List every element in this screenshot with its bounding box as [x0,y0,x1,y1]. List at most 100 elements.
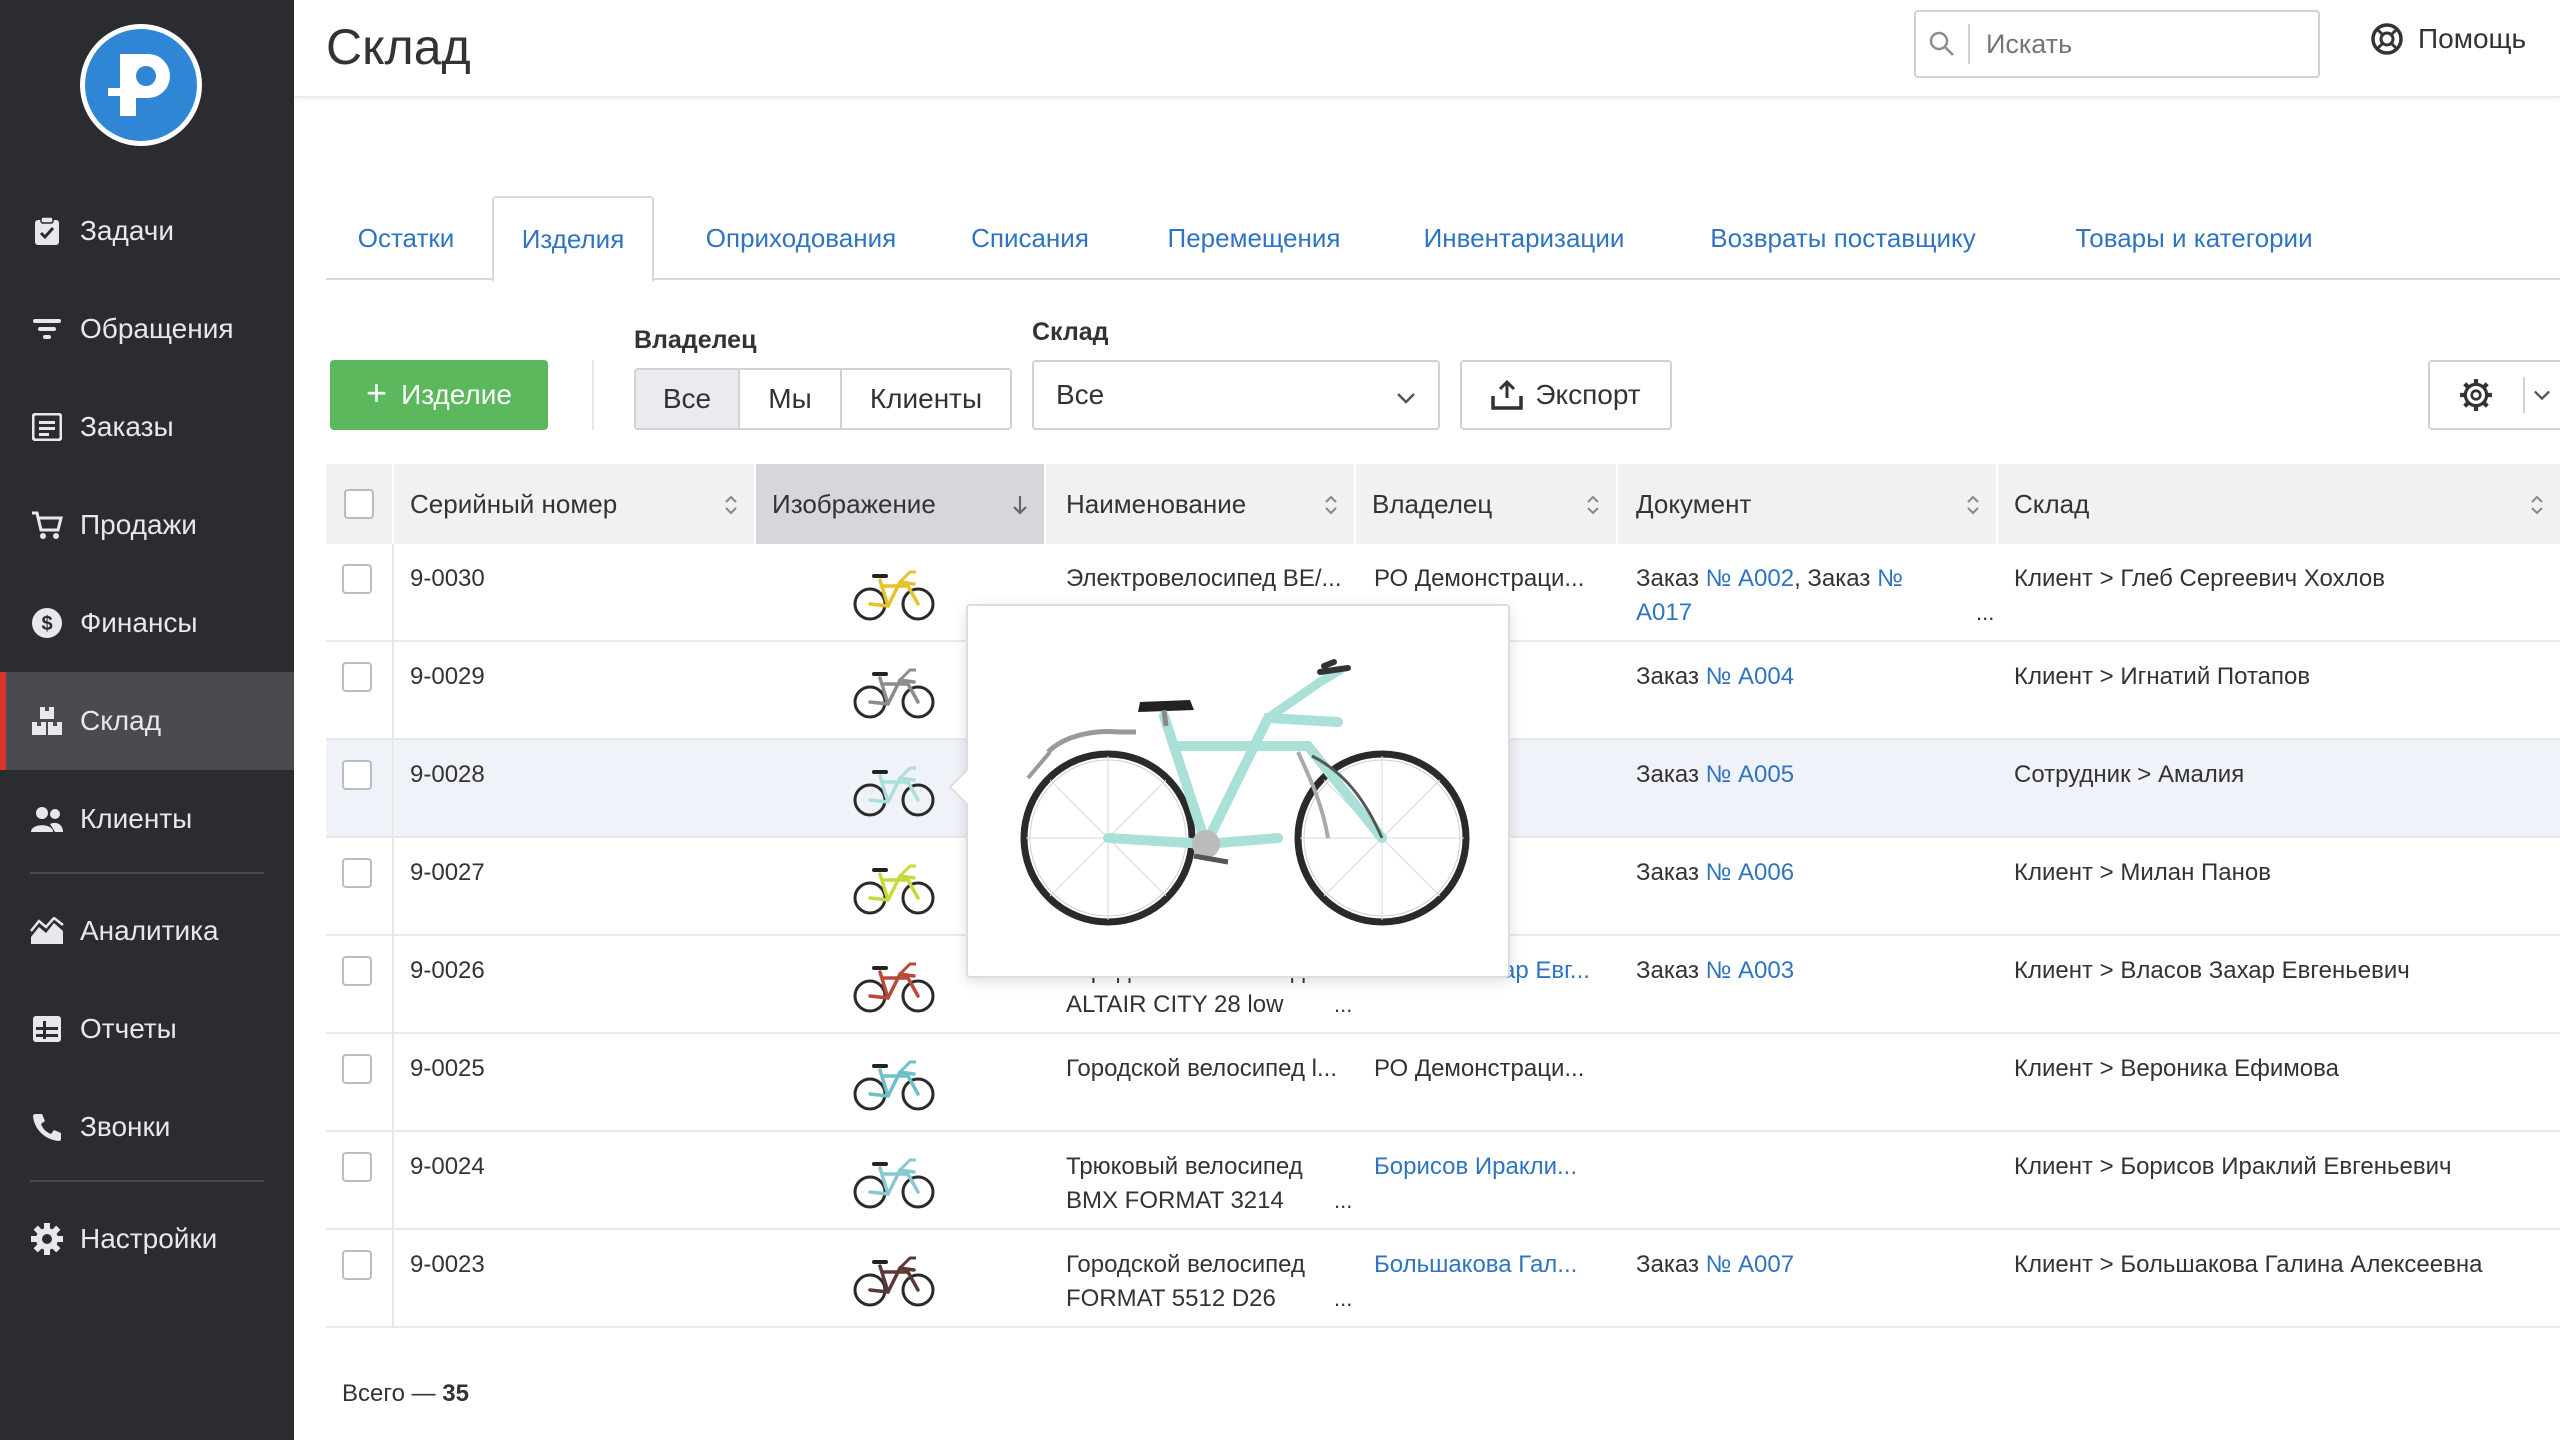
bicycle-thumbnail[interactable] [848,1242,940,1316]
row-checkbox[interactable] [342,956,372,986]
serial-number[interactable]: 9-0026 [410,954,485,988]
app-logo[interactable] [80,24,202,146]
search-input[interactable] [1970,28,2300,60]
warehouse-select[interactable]: Все [1032,360,1440,430]
column-header-image[interactable]: Изображение [756,464,1046,544]
row-checkbox[interactable] [342,662,372,692]
order-link[interactable]: № A003 [1706,957,1794,984]
item-name-line2: ALTAIR CITY 28 low [1066,991,1284,1018]
table-row[interactable]: 9-0023 Городской велосипед FORMAT 5512 D26… [326,1230,2560,1328]
sidebar-item-finance[interactable]: $ Финансы [0,574,294,672]
column-header-warehouse[interactable]: Склад [1998,464,2560,544]
sidebar-item-label: Финансы [80,607,198,638]
total-label: Всего — [342,1380,443,1407]
select-all-checkbox[interactable] [344,489,374,519]
item-name: Городской велосипед l... [1066,1052,1356,1086]
tab-stock[interactable]: Остатки [326,196,486,280]
sort-icon [1586,492,1600,523]
table-row[interactable]: 9-0024 Трюковый велосипед BMX FORMAT 3214.… [326,1132,2560,1230]
help-button[interactable]: Помощь [2370,22,2526,56]
sidebar-item-sales[interactable]: Продажи [0,476,294,574]
bicycle-thumbnail[interactable] [848,948,940,1022]
document-cell: Заказ № A005 [1636,758,1996,792]
order-list-icon [30,410,64,444]
order-link[interactable]: A017 [1636,599,1692,626]
tab-inventories[interactable]: Инвентаризации [1386,196,1662,280]
column-header-serial[interactable]: Серийный номер [394,464,756,544]
order-link[interactable]: № A002 [1706,565,1794,592]
bicycle-thumbnail[interactable] [848,556,940,630]
owner-option-us[interactable]: Мы [740,370,842,428]
sidebar-divider [30,872,264,874]
document-prefix: Заказ [1636,957,1706,984]
serial-number[interactable]: 9-0029 [410,660,485,694]
document-prefix: Заказ [1636,859,1706,886]
sidebar-item-settings[interactable]: Настройки [0,1190,294,1288]
tab-products-categories[interactable]: Товары и категории [2024,196,2364,280]
serial-number[interactable]: 9-0025 [410,1052,485,1086]
bicycle-thumbnail[interactable] [848,654,940,728]
export-label: Экспорт [1535,379,1641,410]
row-checkbox[interactable] [342,1250,372,1280]
header-select-cell [326,464,394,544]
sidebar-item-tasks[interactable]: Задачи [0,182,294,280]
document-cell: Заказ № A002, Заказ № A017 [1636,562,1996,630]
filter-icon [30,312,64,346]
serial-number[interactable]: 9-0023 [410,1248,485,1282]
serial-number[interactable]: 9-0024 [410,1150,485,1184]
top-header: Склад Помощь [294,0,2560,98]
users-icon [30,802,64,836]
warehouse-filter-label: Склад [1032,318,1109,346]
sidebar-item-clients[interactable]: Клиенты [0,770,294,868]
column-header-name[interactable]: Наименование [1046,464,1356,544]
bicycle-thumbnail[interactable] [848,850,940,924]
column-header-label: Владелец [1372,488,1493,519]
export-button[interactable]: Экспорт [1460,360,1672,430]
column-header-owner[interactable]: Владелец [1356,464,1618,544]
owner-option-all[interactable]: Все [636,370,740,428]
column-header-document[interactable]: Документ [1618,464,1998,544]
tab-transfers[interactable]: Перемещения [1126,196,1382,280]
sidebar-item-warehouse[interactable]: Склад [0,672,294,770]
order-link[interactable]: № A005 [1706,761,1794,788]
sidebar-item-requests[interactable]: Обращения [0,280,294,378]
order-link[interactable]: № A004 [1706,663,1794,690]
owner-cell[interactable]: Большакова Гал... [1374,1248,1610,1282]
sort-icon [1966,492,1980,523]
bicycle-thumbnail[interactable] [848,1144,940,1218]
order-link[interactable]: № A006 [1706,859,1794,886]
sidebar-item-label: Аналитика [80,915,219,946]
row-checkbox[interactable] [342,1152,372,1182]
sort-icon [1324,492,1338,523]
table-row[interactable]: 9-0025 Городской велосипед l... РО Демонст… [326,1034,2560,1132]
row-checkbox[interactable] [342,564,372,594]
add-item-button[interactable]: + Изделие [330,360,548,430]
tab-receipts[interactable]: Оприходования [666,196,936,280]
bicycle-thumbnail[interactable] [848,1046,940,1120]
column-header-label: Изображение [772,488,936,519]
row-checkbox[interactable] [342,858,372,888]
search-box[interactable] [1914,10,2320,78]
sidebar-item-calls[interactable]: Звонки [0,1078,294,1176]
bicycle-thumbnail[interactable] [848,752,940,826]
order-link[interactable]: № A007 [1706,1251,1794,1278]
tab-write-offs[interactable]: Списания [940,196,1120,280]
help-label: Помощь [2418,23,2527,54]
sidebar-item-analytics[interactable]: Аналитика [0,882,294,980]
serial-number[interactable]: 9-0028 [410,758,485,792]
owner-option-clients[interactable]: Клиенты [842,370,1010,428]
table-settings-button[interactable] [2428,360,2560,430]
row-checkbox[interactable] [342,1054,372,1084]
serial-number[interactable]: 9-0027 [410,856,485,890]
row-checkbox[interactable] [342,760,372,790]
sidebar-item-orders[interactable]: Заказы [0,378,294,476]
sidebar: Задачи Обращения Заказы Продажи $ Финанс… [0,0,294,1440]
sidebar-divider [30,1180,264,1182]
tab-supplier-returns[interactable]: Возвраты поставщику [1666,196,2020,280]
tab-items[interactable]: Изделия [492,196,654,282]
owner-cell[interactable]: Борисов Иракли... [1374,1150,1610,1184]
serial-number[interactable]: 9-0030 [410,562,485,596]
sidebar-item-label: Клиенты [80,803,193,834]
sidebar-item-reports[interactable]: Отчеты [0,980,294,1078]
order-link[interactable]: № [1877,565,1903,592]
